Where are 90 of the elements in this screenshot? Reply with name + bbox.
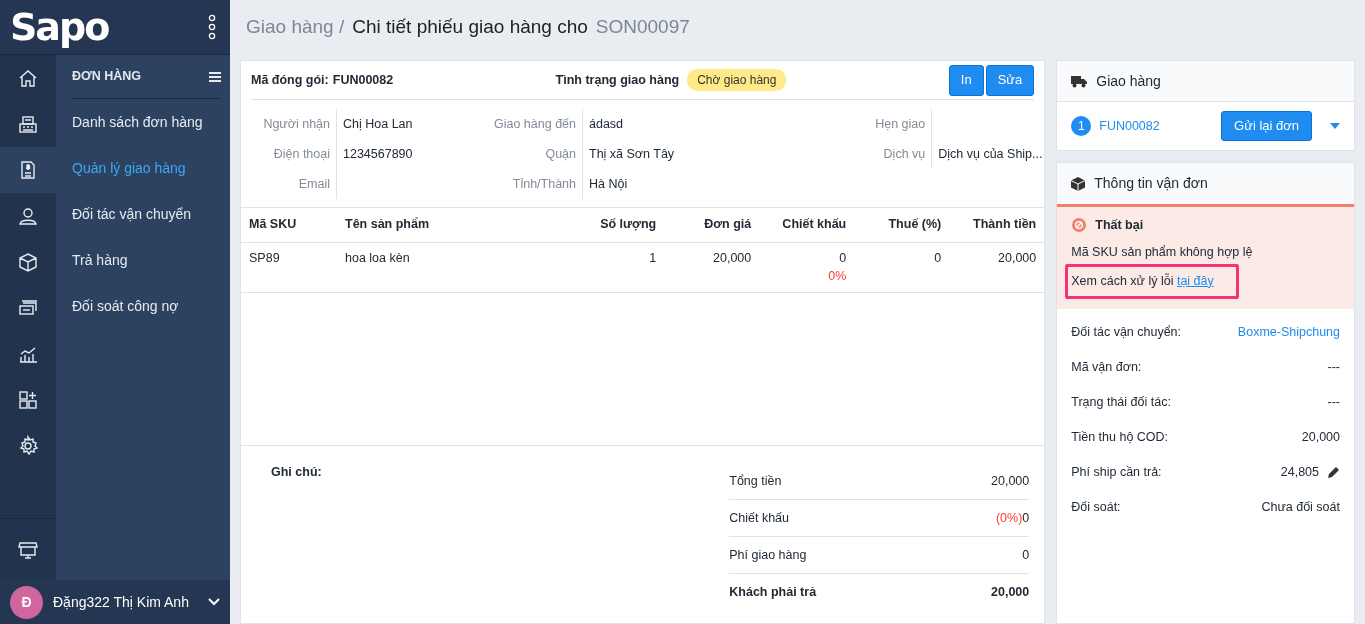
error-icon <box>1071 217 1088 234</box>
table-cell: 0 <box>934 250 942 265</box>
detail-label: Mã vận đơn: <box>1071 359 1142 377</box>
field-value: ádasd <box>589 117 624 131</box>
box-icon[interactable] <box>17 251 39 273</box>
note-label: Ghi chú: <box>271 464 322 481</box>
menu-item[interactable]: Danh sách đơn hàng <box>72 99 221 145</box>
column-header: Tên sản phẩm <box>345 217 430 232</box>
help-link[interactable]: tại đây <box>1176 273 1214 288</box>
menu-item[interactable]: Trả hàng <box>72 237 221 283</box>
field-label: Tỉnh/Thành <box>512 177 576 191</box>
column-header: Chiết khấu <box>782 217 847 232</box>
section-title: ĐƠN HÀNG <box>72 67 141 86</box>
settings-icon[interactable] <box>17 435 39 457</box>
alert-message: Mã SKU sản phẩm không hợp lệ <box>1071 243 1254 261</box>
detail-label: Tiền thu hộ COD: <box>1071 429 1169 447</box>
column-header: Số lượng <box>600 217 657 232</box>
field-label: Giao hàng đến <box>494 117 576 131</box>
total-value: 20,000 <box>991 472 1030 490</box>
total-value: 0 <box>1022 546 1030 564</box>
total-value: (0%)0 <box>995 509 1030 527</box>
truck-icon <box>1071 74 1088 88</box>
more-icon[interactable] <box>208 14 216 40</box>
column-header: Mã SKU <box>249 217 297 232</box>
menu-item[interactable]: Đối tác vận chuyển <box>72 191 221 237</box>
detail-value: 20,000 <box>1301 429 1340 447</box>
table-cell: 20,000 <box>713 250 752 265</box>
page-title: Chi tiết phiếu giao hàng cho <box>352 15 588 40</box>
detail-value: 24,805 <box>1280 464 1319 482</box>
detail-label: Đối tác vận chuyển: <box>1071 324 1182 342</box>
resend-button[interactable]: Gửi lại đơn <box>1221 111 1312 141</box>
edit-button[interactable]: Sửa <box>985 64 1035 96</box>
alert-title: Thất bại <box>1095 217 1144 234</box>
print-button[interactable]: In <box>948 64 984 96</box>
table-cell: 20,000 <box>998 250 1037 265</box>
total-label: Khách phải trả <box>729 584 817 602</box>
total-label: Phí giao hàng <box>729 546 807 564</box>
home-icon[interactable] <box>17 67 39 89</box>
field-value: Thị xã Sơn Tây <box>589 147 675 161</box>
column-header: Thành tiền <box>973 217 1037 232</box>
chevron-icon[interactable] <box>208 598 220 606</box>
help-text: Xem cách xử lý lỗi <box>1071 273 1174 288</box>
detail-label: Đối soát: <box>1071 499 1121 517</box>
order-code: SON00097 <box>595 15 690 40</box>
table-cell-text: 0 <box>838 249 847 267</box>
carrier-link[interactable]: Boxme-Shipchung <box>1237 323 1340 343</box>
field-value: Dịch vụ của Ship... <box>938 147 1043 161</box>
panel-title: Thông tin vận đơn <box>1094 174 1208 193</box>
detail-value: --- <box>1327 394 1340 412</box>
field-label: Hẹn giao <box>875 117 926 131</box>
total-value: 20,000 <box>991 584 1030 602</box>
total-label: Chiết khấu <box>729 509 790 527</box>
status-badge: Chờ giao hàng <box>687 69 787 91</box>
pencil-icon[interactable] <box>1327 466 1340 480</box>
field-label: Dịch vụ <box>883 147 926 161</box>
status-label: Tình trạng giao hàng <box>555 71 680 89</box>
detail-value: --- <box>1327 359 1340 377</box>
field-label: Người nhận <box>263 117 330 131</box>
field-value: 1234567890 <box>343 147 413 161</box>
breadcrumb-link[interactable]: Giao hàng / <box>246 13 345 42</box>
menu-icon[interactable] <box>209 71 221 82</box>
field-value: Hà Nội <box>589 177 628 191</box>
panel-title: Giao hàng <box>1096 71 1161 91</box>
detail-value: Chưa đối soát <box>1261 499 1340 517</box>
package-link[interactable]: FUN00082 <box>1099 116 1160 136</box>
package-code: FUN00082 <box>332 71 394 89</box>
column-header: Thuế (%) <box>888 217 942 232</box>
avatar[interactable]: Đ <box>10 585 43 619</box>
apps-icon[interactable] <box>17 389 39 411</box>
table-cell: 1 <box>649 250 657 265</box>
column-header: Đơn giá <box>704 217 752 232</box>
discount-percent: 0% <box>827 268 847 286</box>
field-label: Điện thoại <box>273 147 330 161</box>
package-code-label: Mã đóng gói: <box>251 71 329 89</box>
detail-label: Trạng thái đối tác: <box>1071 394 1171 412</box>
cash-register-icon[interactable] <box>17 113 39 135</box>
box-icon <box>1071 176 1086 191</box>
menu-item[interactable]: Quản lý giao hàng <box>72 145 221 191</box>
field-label: Email <box>298 177 330 191</box>
menu-item[interactable]: Đối soát công nợ <box>72 283 221 329</box>
user-icon[interactable] <box>17 205 39 227</box>
table-cell: hoa loa kèn <box>345 250 410 265</box>
user-name[interactable]: Đặng322 Thị Kim Anh <box>53 591 198 613</box>
total-label: Tổng tiền <box>729 472 782 490</box>
field-value: Chị Hoa Lan <box>343 117 413 131</box>
table-cell: SP89 <box>249 250 280 265</box>
step-number: 1 <box>1071 116 1092 136</box>
field-label: Quận <box>545 147 576 161</box>
caret-icon[interactable] <box>1330 123 1340 129</box>
detail-label: Phí ship cần trả: <box>1071 464 1162 482</box>
